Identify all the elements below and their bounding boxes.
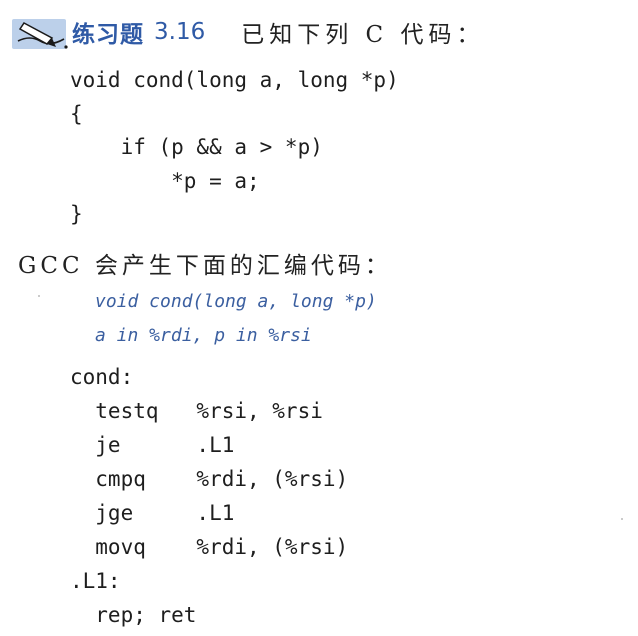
exercise-label: 练习题 [72, 22, 144, 48]
asm-comment-registers: a in %rdi, p in %rsi [95, 325, 312, 346]
pen-writing-icon [12, 19, 68, 49]
asm-comment-signature: void cond(long a, long *p) [95, 291, 377, 312]
exercise-number: 3.16 [154, 19, 206, 45]
gcc-intro-text: GCC 会产生下面的汇编代码： [18, 253, 392, 279]
scan-speck [621, 518, 623, 520]
assembly-code-block: cond: testq %rsi, %rsi je .L1 cmpq %rdi,… [70, 365, 349, 627]
exercise-header: 练习题 3.16 已知下列 C 代码： [10, 14, 484, 50]
c-code-block: void cond(long a, long *p) { if (p && a … [70, 68, 399, 226]
exercise-intro: 已知下列 C 代码： [241, 22, 485, 48]
scan-speck [38, 295, 40, 297]
